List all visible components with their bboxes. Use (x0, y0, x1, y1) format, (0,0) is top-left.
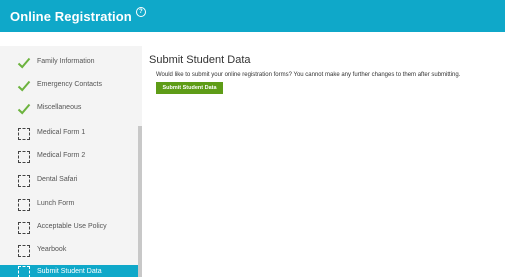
dashed-box-icon (17, 150, 31, 164)
sidebar-item-label: Dental Safari (37, 176, 78, 183)
sidebar-item-label: Yearbook (37, 246, 67, 253)
sidebar-item-family-information[interactable]: Family Information (0, 52, 138, 75)
dashed-box-icon (17, 198, 31, 212)
sidebar-nav: Family Information Emergency Contacts Mi… (0, 46, 142, 278)
help-icon[interactable]: ? (135, 7, 146, 17)
sidebar-item-acceptable-use-policy[interactable]: Acceptable Use Policy (0, 217, 138, 240)
sidebar-item-label: Family Information (37, 58, 95, 65)
submit-message: Would like to submit your online registr… (156, 72, 461, 78)
sidebar-item-miscellaneous[interactable]: Miscellaneous (0, 98, 138, 121)
sidebar-item-label: Medical Form 1 (37, 129, 86, 136)
dashed-box-icon (17, 174, 31, 188)
submit-student-data-button[interactable]: Submit Student Data (156, 82, 223, 94)
sidebar-item-emergency-contacts[interactable]: Emergency Contacts (0, 75, 138, 98)
sidebar-item-submit-student-data[interactable]: Submit Student Data (0, 265, 138, 278)
section-title: Submit Student Data (149, 54, 251, 66)
sidebar-item-label: Medical Form 2 (37, 152, 86, 159)
app-header: Online Registration ? (0, 0, 505, 32)
dashed-box-icon (17, 127, 31, 141)
dashed-box-icon (17, 244, 31, 258)
sidebar-item-label: Submit Student Data (37, 268, 102, 275)
sidebar-item-medical-form-2[interactable]: Medical Form 2 (0, 146, 138, 169)
sidebar-item-lunch-form[interactable]: Lunch Form (0, 194, 138, 217)
sidebar-item-label: Emergency Contacts (37, 81, 102, 88)
sidebar-item-dental-safari[interactable]: Dental Safari (0, 170, 138, 193)
dashed-box-icon (17, 221, 31, 235)
sidebar-item-medical-form-1[interactable]: Medical Form 1 (0, 123, 138, 146)
sidebar-item-label: Lunch Form (37, 200, 75, 207)
sidebar-scrollbar[interactable] (138, 126, 142, 277)
checkmark-icon (17, 56, 31, 70)
page-title: Online Registration (10, 8, 132, 24)
sidebar-item-label: Acceptable Use Policy (37, 223, 107, 230)
sidebar-item-yearbook[interactable]: Yearbook (0, 240, 138, 263)
checkmark-icon (17, 79, 31, 93)
sidebar-item-label: Miscellaneous (37, 104, 82, 111)
checkmark-icon (17, 102, 31, 116)
